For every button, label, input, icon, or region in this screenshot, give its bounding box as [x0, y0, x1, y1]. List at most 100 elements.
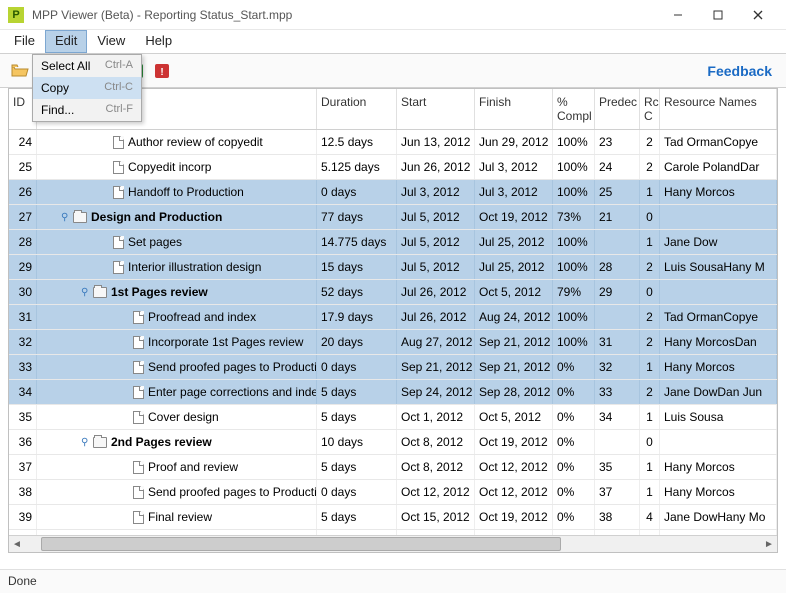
cell-resources: Tad OrmanCopye	[660, 130, 777, 154]
close-button[interactable]	[738, 1, 778, 29]
table-row[interactable]: 32Incorporate 1st Pages review20 daysAug…	[9, 330, 777, 355]
scroll-right-arrow[interactable]: ►	[761, 536, 777, 553]
cell-finish: Oct 12, 2012	[475, 480, 553, 504]
cell-id: 34	[9, 380, 37, 404]
cell-duration: 0 days	[317, 480, 397, 504]
cell-task: Copyedit incorp	[37, 155, 317, 179]
cell-start: Jul 5, 2012	[397, 205, 475, 229]
cell-duration: 12.5 days	[317, 130, 397, 154]
cell-complete: 0%	[553, 505, 595, 529]
cell-start: Oct 8, 2012	[397, 430, 475, 454]
document-icon	[113, 236, 124, 249]
cell-id: 27	[9, 205, 37, 229]
cell-resources: Hany Morcos	[660, 455, 777, 479]
cell-duration: 5 days	[317, 505, 397, 529]
menu-select-all[interactable]: Select AllCtrl-A	[33, 55, 141, 77]
cell-finish: Jul 25, 2012	[475, 255, 553, 279]
cell-start: Oct 1, 2012	[397, 405, 475, 429]
table-row[interactable]: 33Send proofed pages to Production0 days…	[9, 355, 777, 380]
cell-complete: 100%	[553, 305, 595, 329]
feedback-link[interactable]: Feedback	[707, 63, 778, 79]
maximize-button[interactable]	[698, 1, 738, 29]
cell-rc: 2	[640, 130, 660, 154]
table-row[interactable]: 38Send proofed pages to Production0 days…	[9, 480, 777, 505]
table-row[interactable]: 24Author review of copyedit12.5 daysJun …	[9, 130, 777, 155]
cell-finish: Jul 3, 2012	[475, 155, 553, 179]
badge-alert-button[interactable]: !	[150, 59, 174, 83]
cell-id: 39	[9, 505, 37, 529]
table-row[interactable]: 35Cover design5 daysOct 1, 2012Oct 5, 20…	[9, 405, 777, 430]
scroll-track[interactable]	[25, 536, 761, 553]
scroll-left-arrow[interactable]: ◄	[9, 536, 25, 553]
cell-predecessors: 25	[595, 180, 640, 204]
menu-edit[interactable]: Edit	[45, 30, 87, 53]
table-row[interactable]: 28Set pages14.775 daysJul 5, 2012Jul 25,…	[9, 230, 777, 255]
menu-view[interactable]: View	[87, 30, 135, 53]
menu-find[interactable]: Find...Ctrl-F	[33, 99, 141, 121]
cell-start: Jul 3, 2012	[397, 180, 475, 204]
grid-body[interactable]: 24Author review of copyedit12.5 daysJun …	[9, 130, 777, 535]
col-predecessors[interactable]: Predec	[595, 89, 640, 129]
cell-complete: 100%	[553, 330, 595, 354]
cell-duration: 52 days	[317, 280, 397, 304]
cell-rc: 2	[640, 255, 660, 279]
col-resource-count[interactable]: Rc C	[640, 89, 660, 129]
document-icon	[113, 161, 124, 174]
cell-task: Send proofed pages to Production	[37, 480, 317, 504]
cell-start: Jun 13, 2012	[397, 130, 475, 154]
horizontal-scrollbar[interactable]: ◄ ►	[9, 535, 777, 552]
window-title: MPP Viewer (Beta) - Reporting Status_Sta…	[32, 8, 658, 22]
col-finish[interactable]: Finish	[475, 89, 553, 129]
open-button[interactable]	[8, 59, 32, 83]
task-name: Send proofed pages to Production	[148, 360, 317, 374]
menu-copy[interactable]: CopyCtrl-C	[33, 77, 141, 99]
cell-id: 32	[9, 330, 37, 354]
cell-task: Final review	[37, 505, 317, 529]
cell-predecessors: 32	[595, 355, 640, 379]
minimize-button[interactable]	[658, 1, 698, 29]
cell-finish: Oct 19, 2012	[475, 505, 553, 529]
cell-start: Jul 5, 2012	[397, 255, 475, 279]
table-row[interactable]: 37Proof and review5 daysOct 8, 2012Oct 1…	[9, 455, 777, 480]
col-resource-names[interactable]: Resource Names	[660, 89, 777, 129]
menu-file[interactable]: File	[4, 30, 45, 53]
document-icon	[133, 511, 144, 524]
table-row[interactable]: 31Proofread and index17.9 daysJul 26, 20…	[9, 305, 777, 330]
cell-id: 30	[9, 280, 37, 304]
document-icon	[133, 386, 144, 399]
cell-resources	[660, 205, 777, 229]
cell-duration: 0 days	[317, 180, 397, 204]
svg-text:!: !	[160, 67, 163, 78]
cell-finish: Jun 29, 2012	[475, 130, 553, 154]
col-duration[interactable]: Duration	[317, 89, 397, 129]
task-name: Incorporate 1st Pages review	[148, 335, 303, 349]
table-row[interactable]: 36⚲2nd Pages review10 daysOct 8, 2012Oct…	[9, 430, 777, 455]
document-icon	[133, 486, 144, 499]
cell-resources: Luis SousaHany M	[660, 255, 777, 279]
cell-rc: 0	[640, 280, 660, 304]
cell-task: Set pages	[37, 230, 317, 254]
scroll-thumb[interactable]	[41, 537, 561, 551]
cell-start: Aug 27, 2012	[397, 330, 475, 354]
col-start[interactable]: Start	[397, 89, 475, 129]
menu-help[interactable]: Help	[135, 30, 182, 53]
cell-id: 31	[9, 305, 37, 329]
table-row[interactable]: 26Handoff to Production0 daysJul 3, 2012…	[9, 180, 777, 205]
cell-id: 37	[9, 455, 37, 479]
cell-start: Jul 5, 2012	[397, 230, 475, 254]
table-row[interactable]: 27⚲Design and Production77 daysJul 5, 20…	[9, 205, 777, 230]
cell-predecessors: 34	[595, 405, 640, 429]
key-icon: ⚲	[61, 212, 69, 223]
table-row[interactable]: 30⚲1st Pages review52 daysJul 26, 2012Oc…	[9, 280, 777, 305]
table-row[interactable]: 34Enter page corrections and index5 days…	[9, 380, 777, 405]
table-row[interactable]: 39Final review5 daysOct 15, 2012Oct 19, …	[9, 505, 777, 530]
cell-duration: 17.9 days	[317, 305, 397, 329]
col-complete[interactable]: % Compl	[553, 89, 595, 129]
table-row[interactable]: 29Interior illustration design15 daysJul…	[9, 255, 777, 280]
badge-alert-icon: !	[155, 64, 169, 78]
cell-resources	[660, 280, 777, 304]
table-row[interactable]: 25Copyedit incorp5.125 daysJun 26, 2012J…	[9, 155, 777, 180]
cell-resources: Jane DowHany Mo	[660, 505, 777, 529]
cell-finish: Sep 21, 2012	[475, 330, 553, 354]
task-name: Design and Production	[91, 210, 222, 224]
